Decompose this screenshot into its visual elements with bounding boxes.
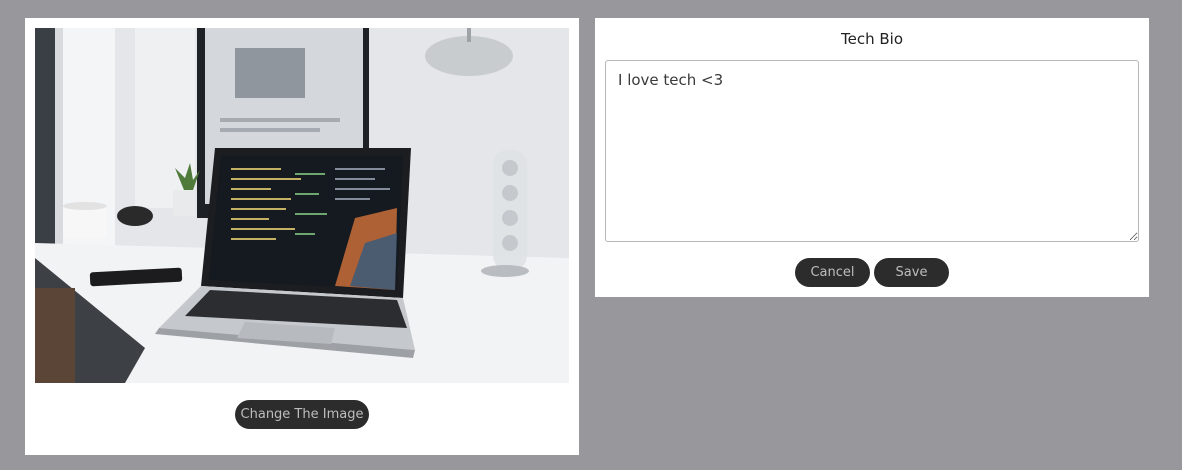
image-card: Change The Image	[25, 18, 579, 455]
bio-textarea[interactable]: I love tech <3	[605, 60, 1139, 242]
cancel-button[interactable]: Cancel	[795, 258, 870, 287]
save-button[interactable]: Save	[874, 258, 949, 287]
desk-photo	[35, 28, 569, 383]
bio-title: Tech Bio	[841, 30, 903, 48]
bio-card: Tech Bio I love tech <3 Cancel Save	[595, 18, 1149, 297]
change-image-button[interactable]: Change The Image	[235, 400, 369, 429]
desk-photo-illustration	[35, 28, 569, 383]
